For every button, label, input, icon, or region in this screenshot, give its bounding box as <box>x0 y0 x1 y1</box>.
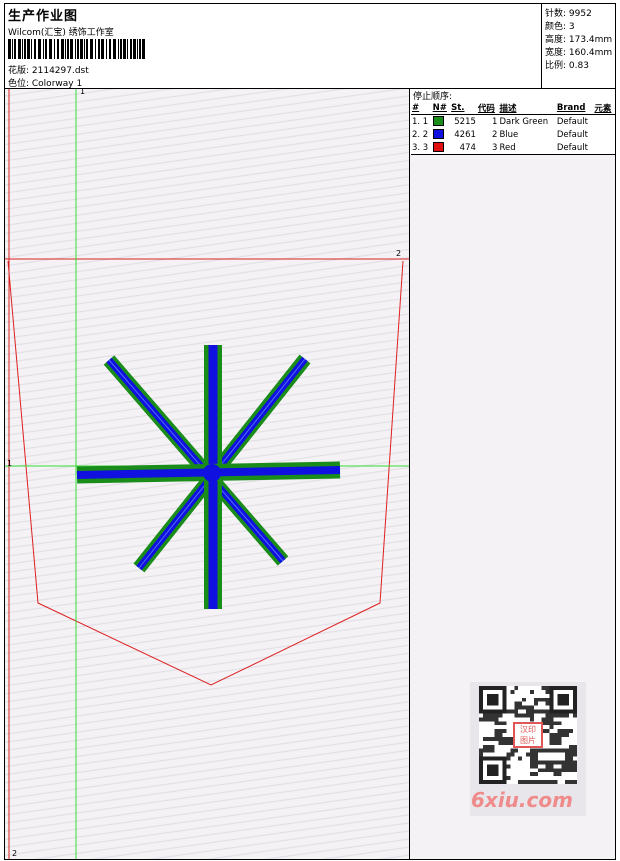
page-frame <box>4 3 616 860</box>
